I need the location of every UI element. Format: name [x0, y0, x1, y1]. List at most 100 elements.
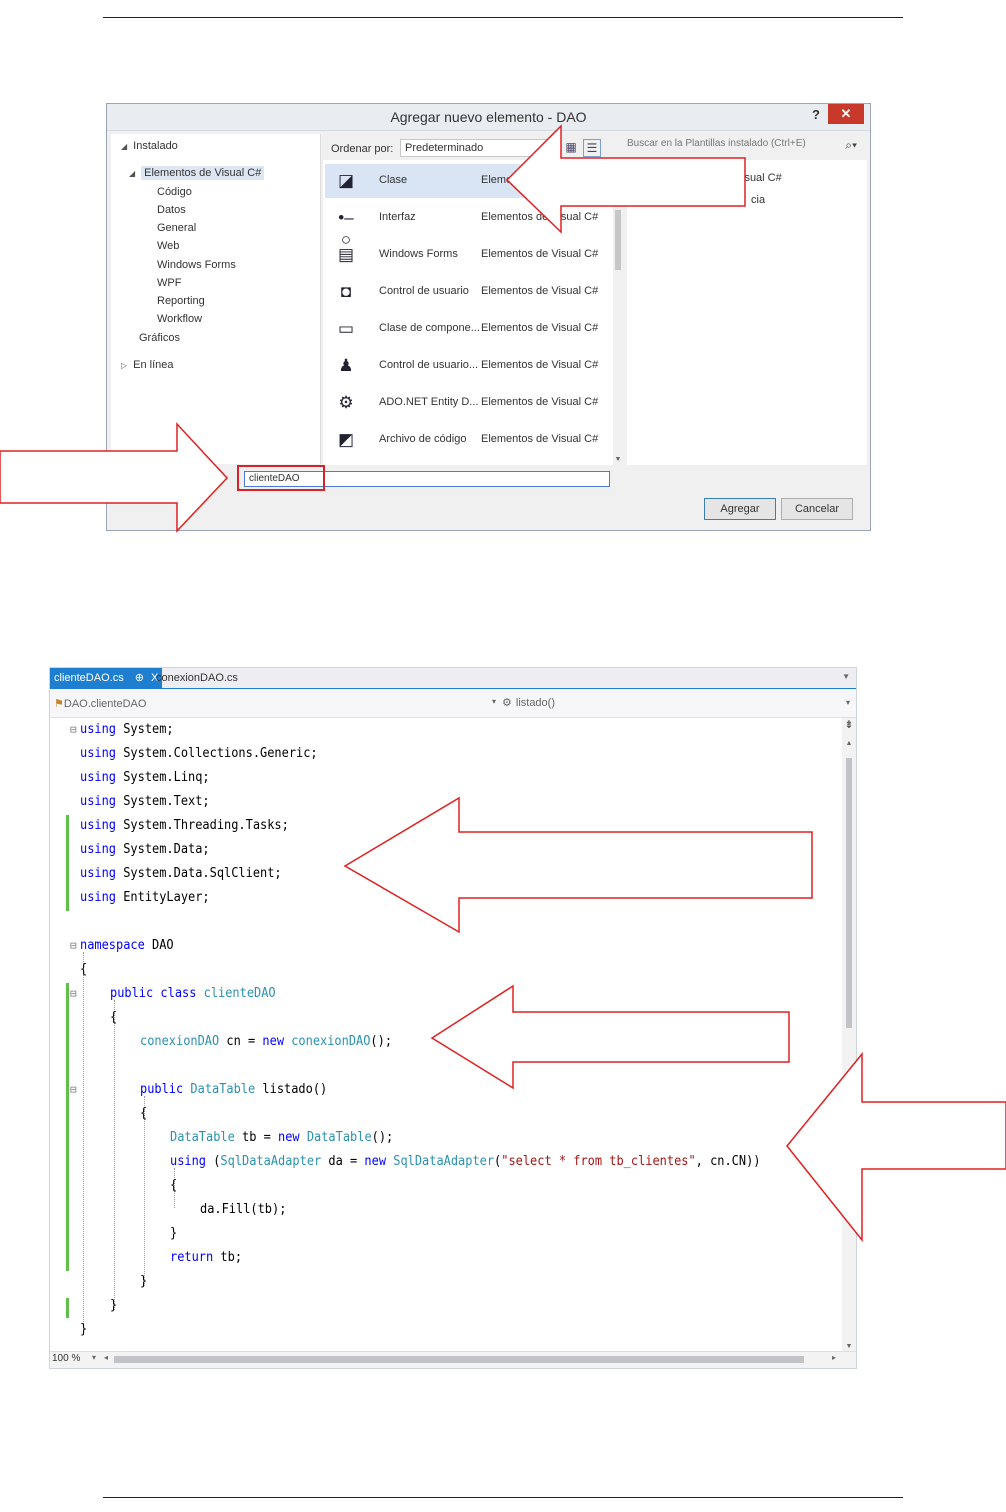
search-icon[interactable]: ⌕▾: [845, 138, 857, 153]
tree-installed[interactable]: ◢ Instalado: [121, 140, 178, 152]
code-line: using EntityLayer;: [80, 890, 210, 905]
code-line: }: [140, 1274, 148, 1289]
class-dropdown-icon[interactable]: ▾: [492, 697, 496, 706]
add-new-item-dialog: Agregar nuevo elemento - DAO ? ✕ ◢ Instal…: [106, 103, 871, 531]
fold-toggle-icon[interactable]: ⊟: [70, 934, 80, 958]
code-line: using System.Text;: [80, 794, 210, 809]
code-line: using System.Data;: [80, 842, 210, 857]
template-search-input[interactable]: Buscar en la Plantillas instalado (Ctrl+…: [627, 138, 863, 156]
tree-item-windows-forms[interactable]: Windows Forms: [157, 259, 236, 271]
tree-item-general[interactable]: General: [157, 222, 196, 234]
fold-toggle-icon[interactable]: ⊟: [70, 718, 80, 742]
dialog-title: Agregar nuevo elemento - DAO: [390, 109, 587, 125]
list-view-icon[interactable]: ☰: [583, 139, 601, 157]
details-description: cia: [751, 194, 766, 206]
sort-label: Ordenar por:: [331, 143, 394, 155]
add-button[interactable]: Agregar: [704, 498, 776, 520]
class-icon: ⚑: [54, 698, 64, 710]
tab-conexiondao[interactable]: conexionDAO.cs: [152, 668, 242, 688]
method-icon: ⚙: [502, 697, 512, 709]
user-control-icon: ◘: [340, 282, 352, 301]
code-line: conexionDAO cn = new conexionDAO();: [140, 1034, 393, 1049]
name-highlight-box: [237, 465, 325, 491]
list-item[interactable]: ◪ Clase Eleme: [325, 164, 617, 198]
code-line: using System.Threading.Tasks;: [80, 818, 289, 833]
document-tabs: clienteDAO.cs ⊕ X conexionDAO.cs ▼: [50, 668, 856, 689]
collapse-triangle-icon: ◢: [121, 142, 128, 151]
change-indicator: [66, 983, 69, 1271]
scroll-up-icon[interactable]: ▲: [842, 740, 856, 747]
code-line: using System.Linq;: [80, 770, 210, 785]
pin-icon[interactable]: ⊕: [135, 672, 144, 684]
code-line: }: [110, 1298, 118, 1313]
scroll-right-icon[interactable]: ▸: [832, 1353, 836, 1362]
tree-item-datos[interactable]: Datos: [157, 204, 186, 216]
list-item[interactable]: ⚙ ADO.NET Entity D... Elementos de Visua…: [325, 386, 617, 420]
tree-item-wpf[interactable]: WPF: [157, 277, 181, 289]
code-line: return tb;: [170, 1250, 243, 1265]
list-item[interactable]: ◘ Control de usuario Elementos de Visual…: [325, 275, 617, 309]
tree-item-reporting[interactable]: Reporting: [157, 295, 205, 307]
tree-item-codigo[interactable]: Código: [157, 186, 192, 198]
list-item[interactable]: •–○ Interfaz Elementos de Visual C#: [325, 201, 617, 249]
change-indicator: [66, 1298, 69, 1318]
form-icon: ▤: [337, 245, 355, 264]
code-line: public DataTable listado(): [140, 1082, 328, 1097]
tree-online[interactable]: ▷ En línea: [121, 359, 174, 371]
list-scrollbar[interactable]: ▼: [613, 160, 623, 465]
tab-clientedao[interactable]: clienteDAO.cs ⊕ X: [50, 668, 163, 688]
list-item[interactable]: ♟ Control de usuario... Elementos de Vis…: [325, 349, 617, 383]
list-item[interactable]: ▭ Clase de compone... Elementos de Visua…: [325, 312, 617, 346]
code-line: using System.Data.SqlClient;: [80, 866, 282, 881]
code-line: {: [140, 1106, 148, 1121]
cancel-button[interactable]: Cancelar: [781, 498, 853, 520]
class-icon: ◪: [337, 171, 355, 190]
code-line: using (SqlDataAdapter da = new SqlDataAd…: [170, 1154, 761, 1169]
code-area[interactable]: ⊟ using System; using System.Collections…: [50, 718, 842, 1338]
scroll-down-icon[interactable]: ▼: [613, 456, 623, 463]
fold-toggle-icon[interactable]: ⊟: [70, 982, 80, 1006]
tree-item-workflow[interactable]: Workflow: [157, 313, 202, 325]
code-line: {: [170, 1178, 178, 1193]
indent-guide: [114, 1000, 115, 1310]
help-button[interactable]: ?: [808, 107, 824, 125]
close-button[interactable]: ✕: [828, 104, 864, 124]
member-navigator[interactable]: ⚙ listado(): [502, 696, 555, 709]
code-line: }: [170, 1226, 178, 1241]
tree-item-web[interactable]: Web: [157, 240, 179, 252]
list-scroll-thumb[interactable]: [615, 210, 621, 270]
wpf-user-control-icon: ♟: [338, 356, 354, 375]
tree-visual-csharp[interactable]: ◢ Elementos de Visual C#: [129, 166, 265, 180]
zoom-dropdown-icon[interactable]: ▾: [92, 1353, 96, 1362]
list-item[interactable]: ◩ Archivo de código Elementos de Visual …: [325, 423, 617, 457]
code-line: DataTable tb = new DataTable();: [170, 1130, 394, 1145]
template-list: ◪ Clase Eleme •–○ Interfaz Elementos de …: [323, 160, 623, 465]
interface-icon: •–○: [338, 208, 354, 249]
fold-toggle-icon[interactable]: ⊟: [70, 1078, 80, 1102]
class-navigator[interactable]: ⚑DAO.clienteDAO: [54, 697, 146, 710]
scroll-down-icon[interactable]: ▼: [842, 1343, 856, 1350]
horizontal-scroll-thumb[interactable]: [114, 1356, 804, 1363]
dialog-title-bar: Agregar nuevo elemento - DAO ? ✕: [107, 104, 870, 131]
tab-list-dropdown-icon[interactable]: ▼: [842, 672, 850, 681]
editor-scrollbar[interactable]: ⇟ ▲ ▼: [842, 718, 856, 1352]
code-line: }: [80, 1322, 88, 1337]
zoom-level[interactable]: 100 %: [52, 1353, 80, 1364]
small-icons-view-icon[interactable]: ▦: [563, 139, 579, 155]
navigation-bar: ⚑DAO.clienteDAO ▾ ⚙ listado() ▾: [50, 689, 856, 718]
scroll-left-icon[interactable]: ◂: [104, 1353, 108, 1362]
collapse-triangle-icon: ◢: [129, 169, 136, 178]
template-tree: ◢ Instalado ◢ Elementos de Visual C# Códig…: [111, 134, 321, 464]
component-icon: ▭: [337, 319, 355, 338]
editor-scroll-thumb[interactable]: [846, 758, 852, 1028]
list-item[interactable]: ▤ Windows Forms Elementos de Visual C#: [325, 238, 617, 272]
code-file-icon: ◩: [337, 430, 355, 449]
code-line: public class clienteDAO: [110, 986, 276, 1001]
split-handle-icon[interactable]: ⇟: [842, 718, 856, 731]
sort-select[interactable]: Predeterminado: [400, 139, 556, 157]
tree-item-graficos[interactable]: Gráficos: [139, 332, 180, 344]
member-dropdown-icon[interactable]: ▾: [846, 698, 850, 707]
indent-guide: [83, 952, 84, 1334]
code-line: using System.Collections.Generic;: [80, 746, 318, 761]
code-line: {: [80, 962, 88, 977]
